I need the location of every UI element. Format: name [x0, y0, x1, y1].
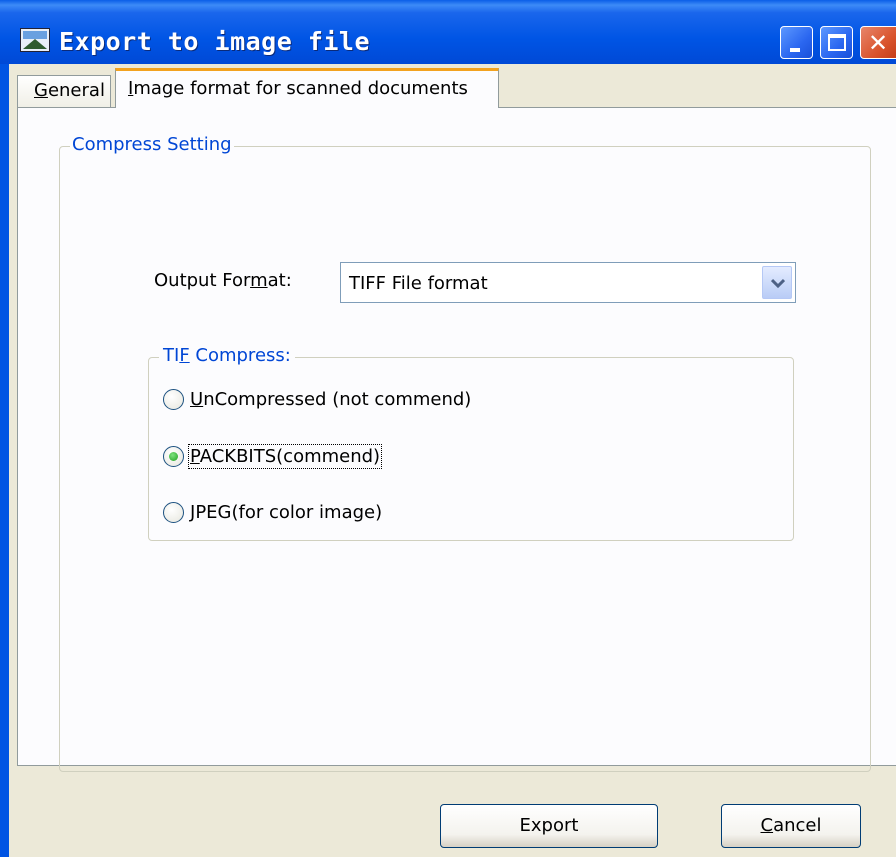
compress-setting-legend: Compress Setting — [70, 134, 234, 155]
dialog-client-area: General Compress Setting Output Format: … — [9, 64, 896, 857]
cancel-button[interactable]: Cancel — [721, 804, 861, 848]
tif-compress-legend: TIF Compress: — [159, 345, 295, 366]
radio-button-uncompressed[interactable] — [163, 388, 184, 410]
tab-image-format-label: mage format for scanned documents — [133, 78, 468, 99]
minimize-button[interactable] — [780, 26, 813, 59]
dropdown-button[interactable] — [762, 266, 792, 299]
title-bar[interactable]: Export to image file ✕ — [0, 0, 896, 64]
radio-jpeg-label: JPEG(for color image) — [190, 501, 383, 523]
output-format-select[interactable]: TIFF File format — [340, 262, 796, 303]
minimize-icon — [790, 48, 800, 52]
window-title: Export to image file — [59, 27, 371, 56]
chevron-down-icon — [771, 278, 785, 289]
radio-packbits-label: PACKBITS(commend) — [187, 443, 383, 469]
maximize-icon — [828, 34, 846, 51]
radio-uncompressed[interactable]: UnCompressed (not commend) — [163, 386, 471, 412]
output-format-value: TIFF File format — [349, 273, 488, 294]
close-button[interactable]: ✕ — [860, 26, 896, 59]
radio-jpeg[interactable]: JPEG(for color image) — [163, 499, 382, 525]
radio-checked-dot — [169, 451, 178, 461]
output-format-label: Output Format: — [154, 270, 292, 291]
radio-button-packbits[interactable] — [163, 445, 184, 467]
radio-packbits[interactable]: PACKBITS(commend) — [163, 443, 383, 469]
tab-panel-image-format: Compress Setting Output Format: TIFF Fil… — [17, 107, 896, 772]
image-file-icon — [20, 28, 50, 52]
tab-general-mnemonic: G — [34, 80, 48, 101]
export-dialog-window: Export to image file ✕ General Compress … — [0, 0, 896, 857]
maximize-button[interactable] — [820, 26, 853, 59]
export-button[interactable]: Export — [440, 804, 658, 848]
tab-image-format[interactable]: Image format for scanned documents — [115, 68, 499, 108]
tab-general[interactable]: General — [17, 75, 111, 107]
radio-uncompressed-label: UnCompressed (not commend) — [190, 388, 472, 410]
radio-button-jpeg[interactable] — [163, 501, 184, 523]
close-icon: ✕ — [868, 29, 889, 57]
tif-compress-group: TIF Compress: UnCompressed (not commend)… — [148, 345, 794, 541]
compress-setting-group: Compress Setting Output Format: TIFF Fil… — [59, 134, 871, 772]
tab-general-label: eneral — [47, 80, 105, 101]
